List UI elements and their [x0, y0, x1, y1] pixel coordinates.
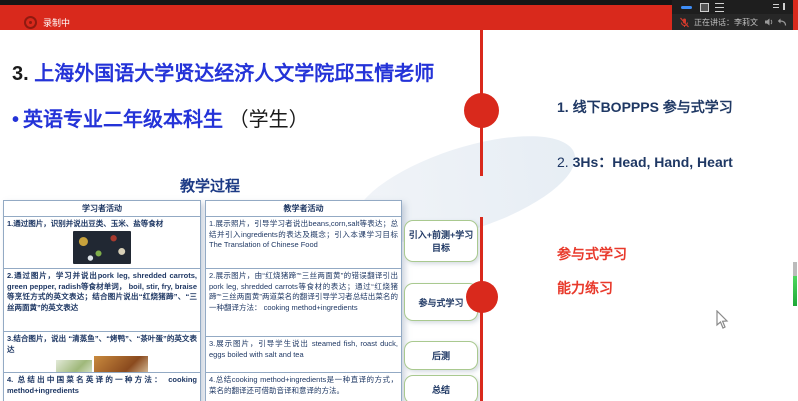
red-bar-edge [793, 0, 798, 30]
red-divider-dot-bottom [466, 281, 498, 313]
teacher-table-header: 教学者活动 [206, 201, 401, 217]
table-row: 4. 总结出中国菜名英译的一种方法： cooking method+ingred… [4, 373, 200, 401]
recording-label: 录制中 [43, 16, 70, 29]
table-row: 3.结合图片，说出 “清蒸鱼”、“烤鸭”、“茶叶蛋”的英文表达 steamed … [4, 332, 200, 373]
slide-subtitle: •英语专业二年级本科生 （学生） [12, 103, 309, 132]
slide-title-text: 上海外国语大学贤达经济人文学院邱玉情老师 [34, 63, 434, 85]
learner-table-header: 学习者活动 [4, 201, 200, 217]
steamed-fish-figure: steamed fish [56, 360, 93, 373]
ingredients-photo [73, 231, 131, 264]
teacher-row-4-text: 4.总结cooking method+ingredients是一种直译的方式，菜… [209, 375, 398, 396]
red-note-participatory-learning: 参与式学习 [557, 244, 627, 264]
recording-indicator: 录制中 [24, 16, 70, 29]
note-item-3hs-text: 3Hs：Head, Hand, Heart [573, 154, 733, 170]
stage-box-intro-pretest-objectives: 引入+前测+学习目标 [404, 220, 478, 262]
learner-row-2-text: 2.通过图片，学习并说出pork leg, shredded carrots, … [7, 271, 197, 313]
slide-title-number: 3. [12, 63, 34, 85]
slide-subtitle-strong: 英语专业二年级本科生 [23, 109, 223, 131]
steamed-fish-photo [56, 360, 92, 373]
learner-activities-table: 学习者活动 1.通过图片，识别并说出豆类、玉米、盐等食材 2.通过图片，学习并说… [3, 200, 201, 401]
slide-title: 3. 上海外国语大学贤达经济人文学院邱玉情老师 [12, 57, 434, 86]
table-row: 2.展示图片，由“红烧猪蹄”“三丝两面黄”的错误翻译引出pork leg, sh… [206, 269, 401, 337]
red-divider-dot-top [464, 93, 499, 128]
menu-icon[interactable] [715, 3, 724, 12]
table-row: 1.通过图片，识别并说出豆类、玉米、盐等食材 [4, 217, 200, 269]
mic-muted-icon[interactable] [679, 17, 690, 28]
roast-duck-photo [94, 356, 148, 373]
speaker-status-row: 正在讲话：李莉文 [672, 14, 793, 30]
meeting-panel-titlebar [672, 0, 793, 14]
note-item-3hs-number: 2. [557, 154, 573, 170]
table-row: 4.总结cooking method+ingredients是一种直译的方式，菜… [206, 373, 401, 401]
dish-photos: steamed fish roast duck [7, 356, 197, 373]
section-title: 教学过程 [140, 175, 280, 196]
learner-row-4-text: 4. 总结出中国菜名英译的一种方法： cooking method+ingred… [7, 375, 197, 396]
learner-row-1-text: 1.通过图片，识别并说出豆类、玉米、盐等食材 [7, 219, 197, 230]
roast-duck-figure: roast duck [94, 356, 148, 373]
bullet-icon: • [12, 109, 19, 131]
collapse-panel-icon[interactable] [773, 3, 785, 10]
mouse-cursor-icon [714, 310, 730, 330]
teacher-row-1-text: 1.展示照片，引导学习者说出beans,corn,salt等表达；总结并引入in… [209, 219, 398, 251]
scrollbar-track-fragment[interactable] [793, 262, 797, 276]
teacher-row-3-text: 3.展示图片，引导学生说出 steamed fish, roast duck, … [209, 339, 398, 360]
table-row: 2.通过图片，学习并说出pork leg, shredded carrots, … [4, 269, 200, 332]
learner-row-3-text: 3.结合图片，说出 “清蒸鱼”、“烤鸭”、“茶叶蛋”的英文表达 [7, 334, 197, 355]
teacher-row-2-text: 2.展示图片，由“红烧猪蹄”“三丝两面黄”的错误翻译引出pork leg, sh… [209, 271, 398, 313]
screen: 录制中 正在讲话：李莉文 [0, 0, 798, 401]
speaking-now-label: 正在讲话：李莉文 [694, 17, 758, 28]
reply-arrow-icon[interactable] [777, 17, 787, 27]
minimize-icon[interactable] [681, 6, 692, 9]
teacher-activities-table: 教学者活动 1.展示照片，引导学习者说出beans,corn,salt等表达；总… [205, 200, 402, 401]
record-icon [24, 16, 37, 29]
restore-icon[interactable] [700, 3, 709, 12]
note-item-boppps: 1. 线下BOPPPS 参与式学习 [557, 97, 733, 117]
table-row: 3.展示图片，引导学生说出 steamed fish, roast duck, … [206, 337, 401, 373]
scrollbar-thumb-green[interactable] [793, 276, 797, 306]
red-note-ability-practice: 能力练习 [557, 278, 613, 298]
meeting-panel: 正在讲话：李莉文 [672, 0, 793, 30]
table-row: 1.展示照片，引导学习者说出beans,corn,salt等表达；总结并引入in… [206, 217, 401, 269]
note-item-3hs: 2. 3Hs：Head, Hand, Heart [557, 152, 733, 172]
speaker-icon[interactable] [764, 17, 774, 27]
slide-subtitle-normal: （学生） [229, 109, 309, 131]
stage-box-posttest: 后测 [404, 341, 478, 370]
stage-box-summary: 总结 [404, 375, 478, 401]
